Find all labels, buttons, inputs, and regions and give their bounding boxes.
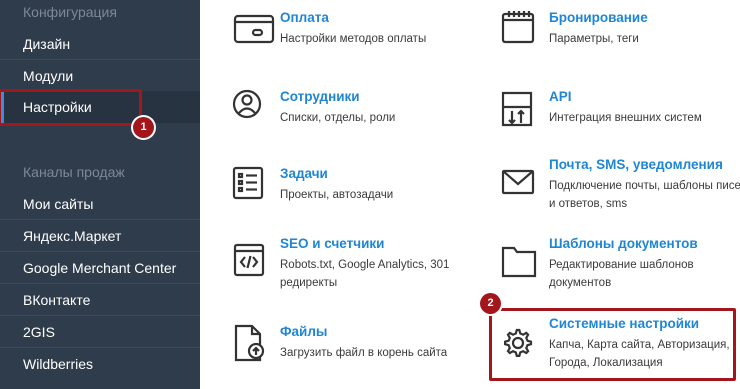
sidebar: Конфигурация Дизайн Модули Настройки Кан… [0,0,200,389]
api-icon [501,89,545,133]
settings-card-booking[interactable]: Бронирование Параметры, теги [501,10,740,54]
card-title[interactable]: Оплата [280,10,329,25]
settings-card-mail-sms[interactable]: Почта, SMS, уведомления Подключение почт… [501,157,740,211]
file-upload-icon [232,324,276,368]
settings-card-employees[interactable]: Сотрудники Списки, отделы, роли [232,89,482,133]
mail-icon [501,157,545,201]
code-icon [232,236,276,280]
settings-card-seo[interactable]: SEO и счетчики Robots.txt, Google Analyt… [232,236,482,290]
card-description: Интеграция внешних систем [549,112,702,124]
step-badge-2: 2 [480,293,501,314]
card-description: Параметры, теги [549,33,639,45]
user-icon [232,89,276,133]
card-description: Подключение почты, шаблоны писем и ответ… [549,180,740,210]
card-description: Редактирование шаблонов документов [549,259,694,289]
card-description: Настройки методов оплаты [280,33,427,45]
settings-card-files[interactable]: Файлы Загрузить файл в корень сайта [232,324,482,368]
folder-icon [501,236,545,280]
card-title[interactable]: API [549,89,572,104]
sidebar-item-yandex-market[interactable]: Яндекс.Маркет [0,220,200,252]
highlight-box-system-settings [489,308,736,381]
sidebar-item-wildberries[interactable]: Wildberries [0,348,200,380]
card-description: Проекты, автозадачи [280,189,394,201]
settings-card-tasks[interactable]: Задачи Проекты, автозадачи [232,166,482,210]
settings-card-api[interactable]: API Интеграция внешних систем [501,89,740,133]
sidebar-item-2gis[interactable]: 2GIS [0,316,200,348]
sidebar-item-modules[interactable]: Модули [0,60,200,92]
card-title[interactable]: Шаблоны документов [549,236,698,251]
payment-card-icon [232,10,276,54]
card-title[interactable]: Почта, SMS, уведомления [549,157,723,172]
card-description: Списки, отделы, роли [280,112,396,124]
card-title[interactable]: Бронирование [549,10,648,25]
sidebar-item-vkontakte[interactable]: ВКонтакте [0,284,200,316]
calendar-icon [501,10,545,54]
card-title[interactable]: SEO и счетчики [280,236,384,251]
card-description: Robots.txt, Google Analytics, 301 редире… [280,259,450,289]
card-title[interactable]: Файлы [280,324,327,339]
settings-card-payment[interactable]: Оплата Настройки методов оплаты [232,10,482,54]
sidebar-item-design[interactable]: Дизайн [0,28,200,60]
card-title[interactable]: Сотрудники [280,89,360,104]
card-description: Загрузить файл в корень сайта [280,347,448,359]
step-badge-1: 1 [133,117,154,138]
card-title[interactable]: Задачи [280,166,328,181]
sidebar-item-my-sites[interactable]: Мои сайты [0,188,200,220]
sidebar-section-configuration: Конфигурация [23,4,117,20]
settings-card-document-templates[interactable]: Шаблоны документов Редактирование шаблон… [501,236,740,290]
highlight-box-settings [0,89,142,126]
sidebar-section-sales-channels: Каналы продаж [23,164,125,180]
checklist-icon [232,166,276,210]
sidebar-item-google-merchant[interactable]: Google Merchant Center [0,252,200,284]
